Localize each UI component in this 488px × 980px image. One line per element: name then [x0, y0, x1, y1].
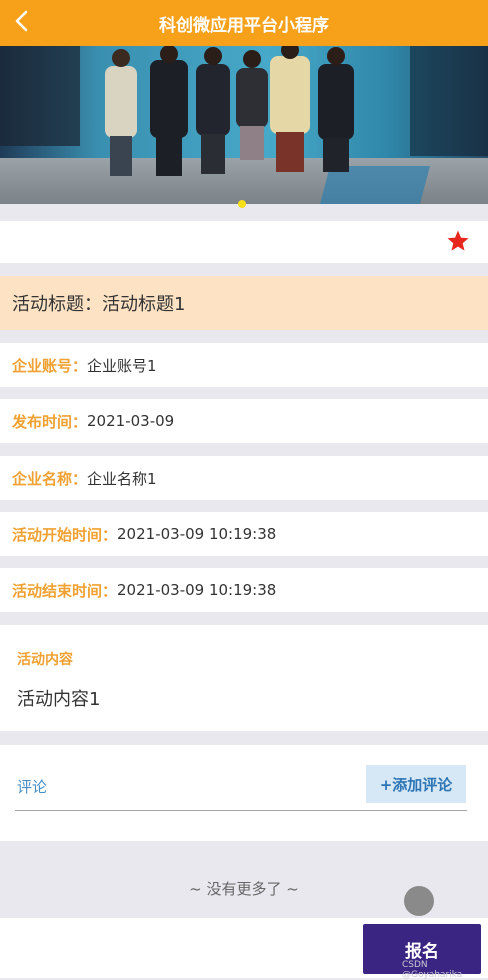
page-title: 科创微应用平台小程序: [159, 15, 329, 36]
banner-photo: [0, 46, 488, 204]
watermark: CSDN @Goyaharika: [402, 960, 463, 980]
content-value: 活动内容1: [17, 689, 101, 710]
activity-content: 活动内容 活动内容1: [0, 625, 488, 731]
activity-title-label: 活动标题：: [12, 294, 102, 315]
field-label: 企业名称：: [12, 469, 88, 488]
add-comment-button[interactable]: +添加评论: [366, 765, 466, 803]
comments-section: 评论 +添加评论: [0, 745, 488, 841]
carousel-indicator[interactable]: [238, 200, 246, 208]
back-button[interactable]: [8, 8, 34, 38]
field-row-company-name: 企业名称： 企业名称1: [0, 456, 488, 500]
field-row-end-time: 活动结束时间： 2021-03-09 10:19:38: [0, 568, 488, 612]
comments-label: 评论: [17, 778, 48, 796]
chevron-left-icon: [14, 10, 28, 36]
field-row-publish-time: 发布时间： 2021-03-09: [0, 399, 488, 443]
banner-carousel[interactable]: [0, 46, 488, 204]
field-label: 发布时间：: [12, 412, 88, 431]
app-header: 科创微应用平台小程序: [0, 0, 488, 46]
field-label: 企业账号：: [12, 356, 88, 375]
divider: [15, 810, 467, 811]
field-value: 2021-03-09: [87, 412, 175, 430]
content-label: 活动内容: [17, 652, 73, 668]
activity-title-value: 活动标题1: [102, 294, 186, 315]
activity-title: 活动标题： 活动标题1: [0, 276, 488, 330]
field-value: 企业名称1: [87, 469, 157, 488]
field-row-start-time: 活动开始时间： 2021-03-09 10:19:38: [0, 512, 488, 556]
field-value: 2021-03-09 10:19:38: [117, 525, 277, 543]
field-value: 企业账号1: [87, 356, 157, 375]
favorite-bar: [0, 221, 488, 263]
field-row-account: 企业账号： 企业账号1: [0, 343, 488, 387]
floating-action-button[interactable]: [404, 886, 434, 916]
field-value: 2021-03-09 10:19:38: [117, 581, 277, 599]
field-label: 活动结束时间：: [12, 581, 118, 600]
star-icon[interactable]: [446, 229, 470, 257]
field-label: 活动开始时间：: [12, 525, 118, 544]
